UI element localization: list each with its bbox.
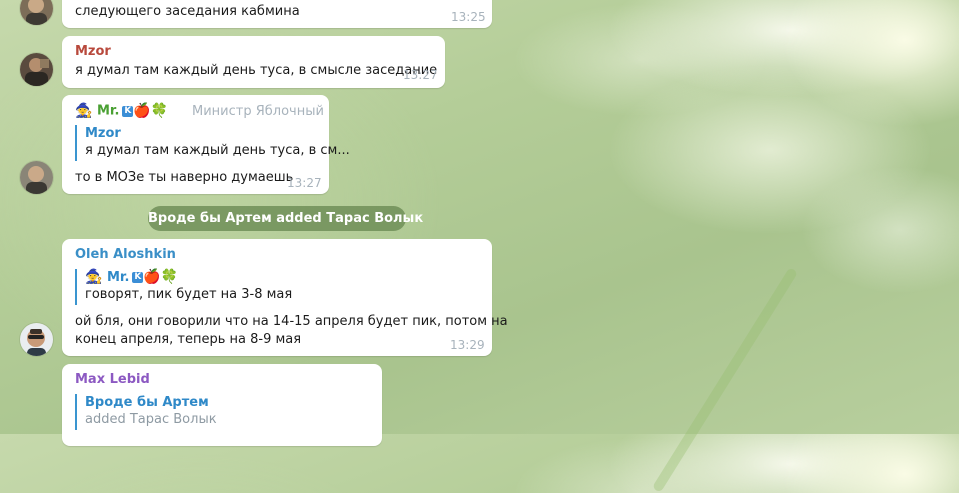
reply-quote[interactable]: 🧙 Mr. K 🍎🍀 говорят, пик будет на 3-8 мая [75, 269, 292, 305]
reply-sender-name-text: Mr. [106, 270, 130, 285]
message-bubble[interactable]: 🧙 Mr. K 🍎🍀 Министр Яблочный Mzor я думал т… [62, 95, 350, 194]
reply-sender-name: Вроде бы Артем [85, 395, 209, 410]
reply-text: added Тарас Волык [85, 412, 217, 427]
message-text: я думал там каждый день туса, в смысле з… [75, 63, 438, 78]
message-bubble[interactable]: следующего заседания кабмина 13:25 [62, 0, 492, 28]
message-text: то в МОЗе ты наверно думаешь [75, 170, 294, 185]
sender-name-text: Mr. [96, 103, 120, 119]
avatar[interactable] [20, 0, 53, 25]
reply-text: я думал там каждый день туса, в см... [85, 143, 350, 158]
message-time: 13:27 [403, 68, 438, 82]
wizard-icon: 🧙 [85, 269, 103, 285]
service-message: Вроде бы Артем added Тарас Волык [148, 206, 423, 231]
reply-quote[interactable]: Вроде бы Артем added Тарас Волык [75, 394, 217, 430]
k-badge-icon: K [132, 272, 144, 283]
message-time: 13:29 [450, 338, 485, 352]
avatar[interactable] [20, 161, 53, 194]
message-text-line-2: конец апреля, теперь на 8-9 мая [75, 332, 302, 347]
reply-quote[interactable]: Mzor я думал там каждый день туса, в см.… [75, 125, 350, 161]
reply-sender-name: 🧙 Mr. K 🍎🍀 [85, 269, 292, 286]
message-time: 13:27 [287, 176, 322, 190]
message-time: 13:25 [451, 10, 486, 24]
sender-name[interactable]: 🧙 Mr. K 🍎🍀 [75, 103, 168, 120]
wizard-icon: 🧙 [75, 103, 93, 119]
message-text-line-1: ой бля, они говорили что на 14-15 апреля… [75, 314, 508, 329]
sender-name[interactable]: Max Lebid [75, 372, 150, 388]
sender-name[interactable]: Mzor [75, 44, 111, 60]
apple-clover-icon: 🍎🍀 [133, 103, 169, 119]
avatar[interactable] [20, 323, 53, 356]
message-bubble[interactable]: Oleh Aloshkin 🧙 Mr. K 🍎🍀 говорят, пик буде… [62, 239, 508, 356]
message-text: следующего заседания кабмина [75, 4, 300, 19]
sender-name[interactable]: Oleh Aloshkin [75, 247, 176, 263]
avatar[interactable] [20, 53, 53, 86]
reply-sender-name: Mzor [85, 126, 121, 141]
background-flower-stem [651, 267, 799, 493]
apple-clover-icon: 🍎🍀 [143, 269, 179, 285]
reply-text: говорят, пик будет на 3-8 мая [85, 287, 293, 302]
message-bubble[interactable]: Mzor я думал там каждый день туса, в смы… [62, 36, 445, 88]
k-badge-icon: K [122, 105, 134, 117]
admin-title: Министр Яблочный [192, 104, 324, 119]
